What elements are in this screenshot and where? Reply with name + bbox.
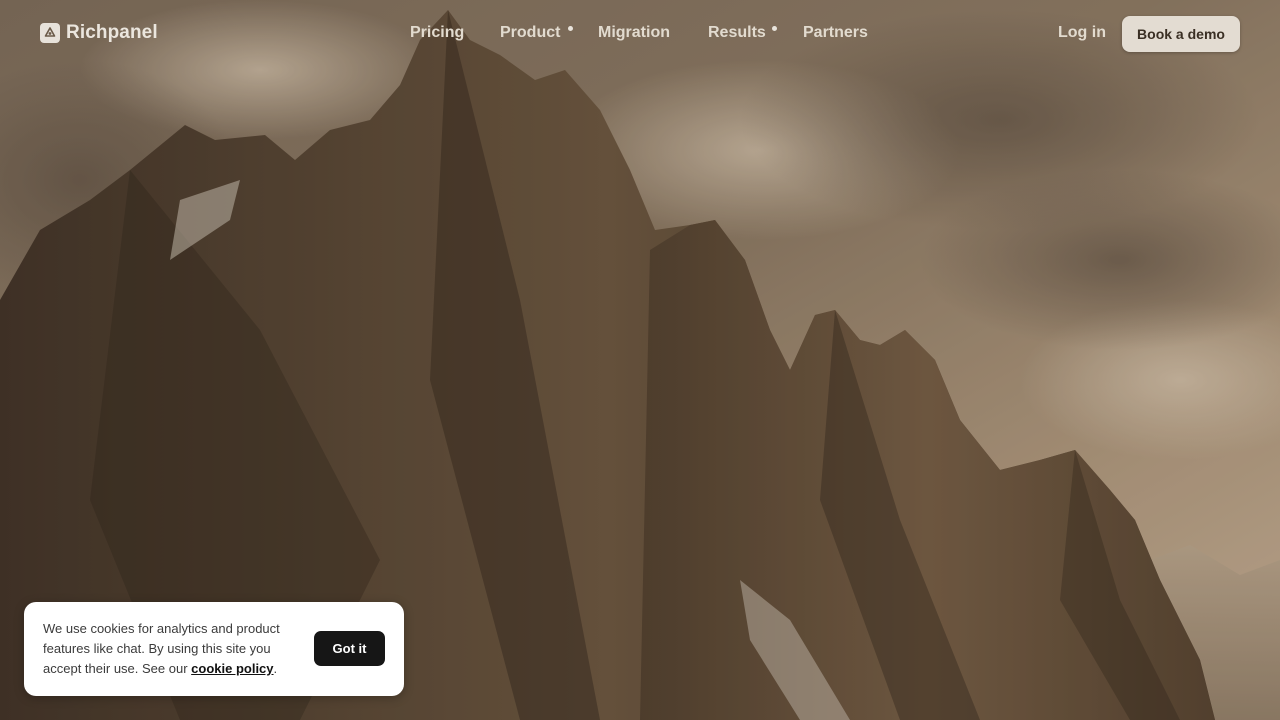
cookie-message-end: . bbox=[273, 661, 278, 676]
got-it-button[interactable]: Got it bbox=[314, 631, 385, 666]
cookie-message: We use cookies for analytics and product… bbox=[43, 619, 305, 679]
nav-link-partners[interactable]: Partners bbox=[803, 24, 868, 42]
nav-link-product-label: Product bbox=[500, 24, 561, 41]
book-demo-button[interactable]: Book a demo bbox=[1122, 16, 1240, 52]
new-indicator-dot bbox=[772, 26, 777, 31]
login-link[interactable]: Log in bbox=[1058, 24, 1106, 42]
nav-link-product[interactable]: Product bbox=[500, 24, 573, 42]
nav-link-results-label: Results bbox=[708, 24, 766, 41]
nav-link-pricing[interactable]: Pricing bbox=[410, 24, 464, 42]
top-nav: Richpanel Pricing Product Migration Resu… bbox=[0, 0, 1280, 68]
cookie-banner: We use cookies for analytics and product… bbox=[24, 602, 404, 696]
new-indicator-dot bbox=[568, 26, 573, 31]
cookie-policy-link[interactable]: cookie policy bbox=[191, 661, 273, 676]
nav-link-migration[interactable]: Migration bbox=[598, 24, 670, 42]
nav-link-results[interactable]: Results bbox=[708, 24, 777, 42]
